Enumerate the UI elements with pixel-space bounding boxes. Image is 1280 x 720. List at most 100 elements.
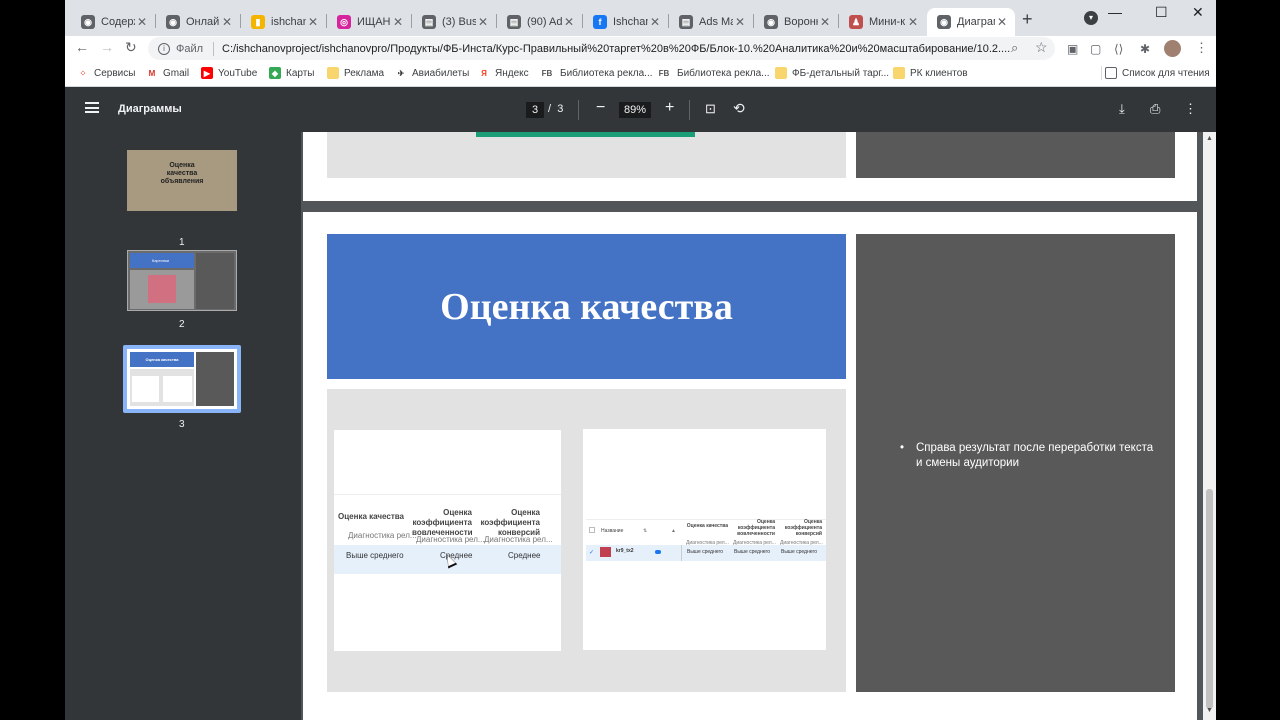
bookmark-item[interactable]: ▶ YouTube: [201, 67, 257, 79]
folder-icon: [327, 67, 339, 79]
zoom-lens-icon[interactable]: ⌕: [1011, 40, 1018, 56]
tab-close-icon[interactable]: ✕: [220, 15, 234, 29]
row-checkbox-icon[interactable]: ✓: [589, 549, 594, 556]
zoom-in-button[interactable]: +: [665, 99, 674, 117]
status-toggle[interactable]: [655, 550, 661, 554]
thumbnail-text: Картинки: [130, 253, 194, 268]
page-number-input[interactable]: 3: [526, 102, 544, 118]
browser-tab[interactable]: ◎ ИЩАНО✕: [327, 8, 411, 36]
pdf-viewer[interactable]: Оценка качества Оценка качества Диагност…: [301, 132, 1216, 720]
tab-close-icon[interactable]: ✕: [135, 15, 149, 29]
fit-to-page-icon[interactable]: ⊡: [705, 101, 716, 117]
extension-code-icon[interactable]: ⟨⟩: [1114, 42, 1123, 56]
browser-tab[interactable]: ◉ Диаграм✕: [927, 8, 1015, 36]
zoom-out-button[interactable]: −: [596, 99, 605, 117]
bookmark-item[interactable]: ◆ Карты: [269, 67, 315, 79]
close-window-button[interactable]: ✕: [1192, 4, 1204, 21]
slide-dark-panel: [856, 132, 1175, 178]
tab-close-icon[interactable]: ✕: [995, 15, 1009, 29]
youtube-icon: ▶: [201, 67, 213, 79]
browser-tab[interactable]: ▤ (3) Busin✕: [412, 8, 496, 36]
bookmark-item[interactable]: FB Библиотека рекла...: [656, 67, 770, 79]
tab-close-icon[interactable]: ✕: [476, 15, 490, 29]
browser-tab[interactable]: ▮ ishchano✕: [241, 8, 326, 36]
bookmark-label: YouTube: [218, 67, 258, 79]
zoom-input[interactable]: 89%: [619, 102, 651, 118]
thumbnail-page-1[interactable]: Оценка качества объявления 1: [127, 150, 237, 250]
thumbnail-image: Картинки: [127, 250, 237, 311]
select-all-checkbox[interactable]: [589, 527, 595, 533]
tab-close-icon[interactable]: ✕: [648, 15, 662, 29]
scrollbar-thumb[interactable]: [1206, 489, 1213, 709]
tab-close-icon[interactable]: ✕: [306, 15, 320, 29]
extensions-puzzle-icon[interactable]: ✱: [1140, 42, 1150, 56]
print-icon[interactable]: ⎙: [1150, 101, 1160, 117]
browser-tab[interactable]: ◉ Воронк ✕: [754, 8, 838, 36]
bookmark-item[interactable]: ⁘ Сервисы: [77, 67, 135, 79]
toolbar-divider: [689, 100, 690, 120]
new-tab-button[interactable]: +: [1022, 9, 1033, 30]
browser-tab[interactable]: ◉ Содерж✕: [71, 8, 155, 36]
profile-avatar[interactable]: [1164, 40, 1181, 57]
browser-tab[interactable]: ◉ Онлайн✕: [156, 8, 240, 36]
browser-tab[interactable]: f Ishchano✕: [583, 8, 668, 36]
bookmark-item[interactable]: M Gmail: [146, 67, 189, 79]
site-info-icon[interactable]: i: [158, 42, 170, 55]
download-icon[interactable]: ⤓: [1119, 101, 1125, 117]
globe-icon: ◉: [937, 15, 951, 29]
teal-bar: [476, 132, 695, 137]
browser-tab[interactable]: ▤ Ads Ma ✕: [669, 8, 753, 36]
maximize-button[interactable]: ☐: [1155, 4, 1168, 21]
table-cell: Выше среднего: [687, 549, 724, 555]
table-cell: Выше среднего: [346, 551, 404, 560]
more-options-icon[interactable]: ⋮: [1184, 101, 1197, 117]
tab-close-icon[interactable]: ✕: [906, 15, 920, 29]
viewer-scrollbar[interactable]: ▲ ▼: [1203, 132, 1216, 720]
bookmark-label: ФБ-детальный тарг...: [792, 67, 890, 79]
rotate-icon[interactable]: ⟲: [733, 100, 745, 117]
thumbnail-text: Оценка качества: [130, 352, 194, 367]
bookmark-item[interactable]: ✈ Авиабилеты: [395, 67, 469, 79]
minimize-button[interactable]: —: [1108, 4, 1122, 20]
tab-title: Онлайн: [186, 16, 220, 28]
tab-close-icon[interactable]: ✕: [818, 15, 832, 29]
bookmark-item[interactable]: Реклама: [327, 67, 384, 79]
table-cell: Выше среднего: [734, 549, 771, 555]
browser-tab[interactable]: ♟ Мини-к ✕: [839, 8, 926, 36]
tab-close-icon[interactable]: ✕: [562, 15, 576, 29]
warning-icon: ▲: [671, 528, 676, 534]
thumbnail-text: Оценка качества объявления: [160, 162, 204, 185]
extension-b-icon[interactable]: ▣: [1067, 42, 1078, 56]
maps-icon: ◆: [269, 67, 281, 79]
globe-icon: ◉: [81, 15, 95, 29]
browser-menu-icon[interactable]: ⋮: [1195, 40, 1208, 56]
sort-icon[interactable]: ⇅: [643, 528, 647, 534]
reload-icon[interactable]: ↻: [125, 39, 137, 56]
ad-name[interactable]: kr9_tx2: [616, 548, 634, 554]
ad-thumbnail: [600, 547, 611, 557]
browser-tab[interactable]: ▤ (90) Ads✕: [497, 8, 582, 36]
url-text[interactable]: C:/ishchanovproject/ishchanovpro/Продукт…: [222, 43, 1010, 55]
sidebar-menu-icon[interactable]: [85, 102, 99, 113]
bookmark-item[interactable]: РК клиентов: [893, 67, 968, 79]
tab-close-icon[interactable]: ✕: [733, 15, 747, 29]
toolbar-divider: [578, 100, 579, 120]
thumbnail-page-2[interactable]: Картинки 2: [127, 250, 237, 340]
bookmark-item[interactable]: FB Библиотека рекла...: [539, 67, 653, 79]
bookmark-star-icon[interactable]: ☆: [1035, 39, 1048, 56]
reading-list-button[interactable]: Список для чтения: [1105, 67, 1210, 79]
extension-page-icon[interactable]: ▢: [1090, 42, 1101, 56]
tab-close-icon[interactable]: ✕: [391, 15, 405, 29]
bookmark-label: Библиотека рекла...: [560, 67, 653, 79]
bookmark-item[interactable]: Я Яндекс: [478, 67, 529, 79]
scroll-down-icon[interactable]: ▼: [1206, 707, 1213, 714]
bookmark-item[interactable]: ФБ-детальный тарг...: [775, 67, 889, 79]
gmail-icon: M: [146, 67, 158, 79]
back-arrow-icon[interactable]: ←: [75, 39, 89, 55]
thumbnail-page-3[interactable]: Оценка качества 3: [123, 345, 241, 435]
tab-search-icon[interactable]: ▾: [1084, 11, 1098, 25]
scroll-up-icon[interactable]: ▲: [1206, 135, 1213, 142]
forward-arrow-icon[interactable]: →: [100, 39, 114, 55]
address-bar[interactable]: i Файл C:/ishchanovproject/ishchanovpro/…: [148, 37, 1055, 60]
thumbnail-number: 1: [179, 237, 185, 248]
